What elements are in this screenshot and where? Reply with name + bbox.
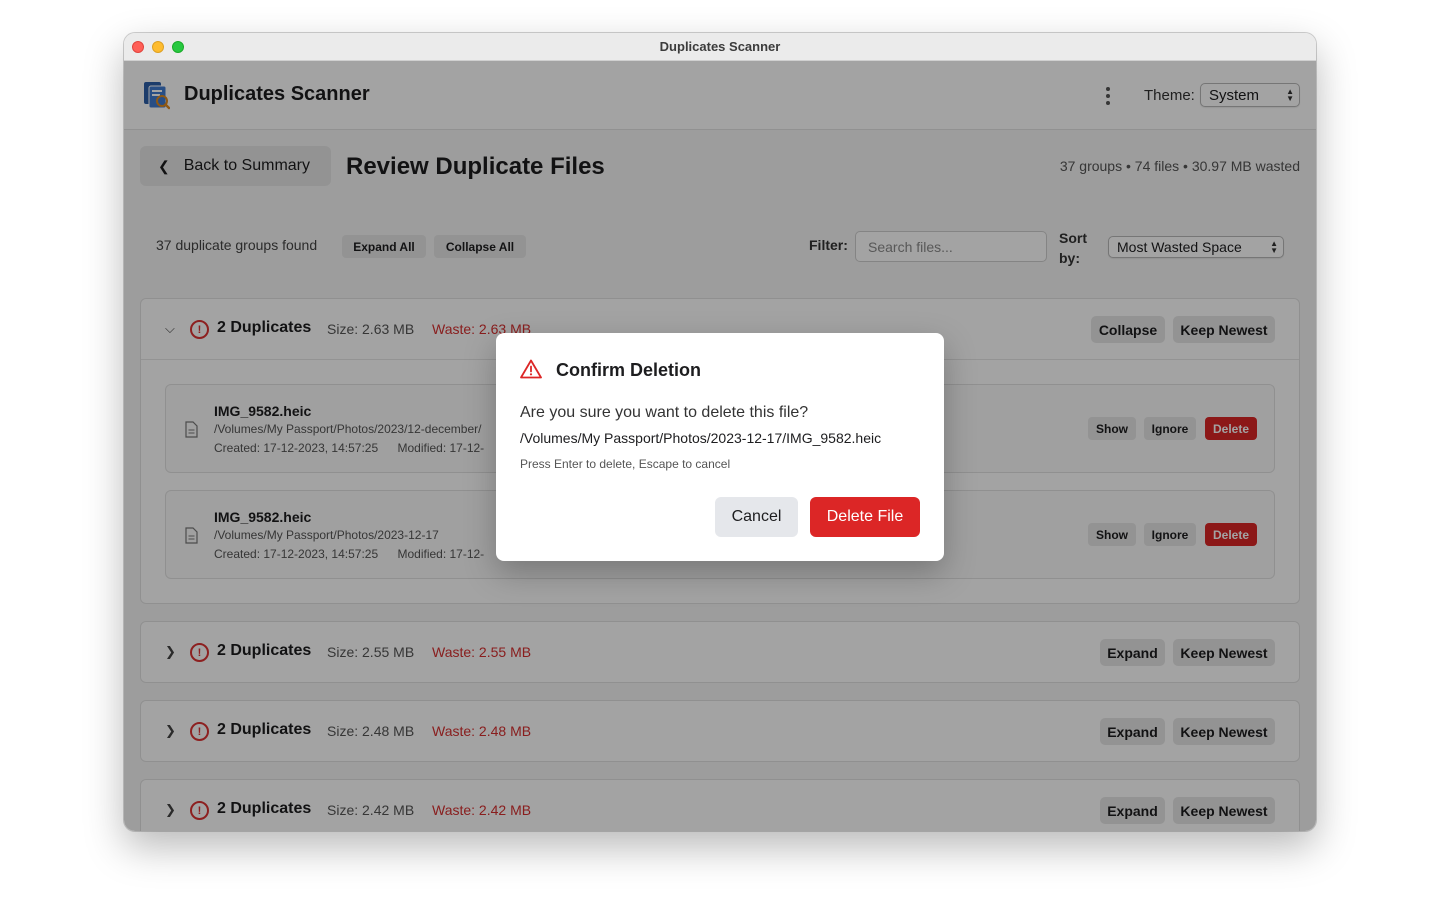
minimize-window-button[interactable] xyxy=(152,41,164,53)
dialog-title: Confirm Deletion xyxy=(556,360,702,380)
dialog-keyboard-hint: Press Enter to delete, Escape to cancel xyxy=(520,457,731,471)
app-window: Duplicates Scanner Duplicates Scanner Th… xyxy=(124,33,1316,831)
cancel-button[interactable]: Cancel xyxy=(715,497,798,537)
title-bar: Duplicates Scanner xyxy=(124,33,1316,61)
close-window-button[interactable] xyxy=(132,41,144,53)
window-title: Duplicates Scanner xyxy=(659,39,781,54)
confirm-deletion-dialog: Confirm Deletion Are you sure you want t… xyxy=(496,333,944,561)
app-content: Duplicates Scanner Theme: System ▲ ▼ ❮ Ba… xyxy=(124,61,1316,831)
warning-triangle-icon xyxy=(520,359,542,379)
dialog-question: Are you sure you want to delete this fil… xyxy=(520,404,809,421)
confirm-delete-button[interactable]: Delete File xyxy=(810,497,920,537)
zoom-window-button[interactable] xyxy=(172,41,184,53)
dialog-file-path: /Volumes/My Passport/Photos/2023-12-17/I… xyxy=(520,430,882,446)
traffic-lights xyxy=(132,41,184,53)
